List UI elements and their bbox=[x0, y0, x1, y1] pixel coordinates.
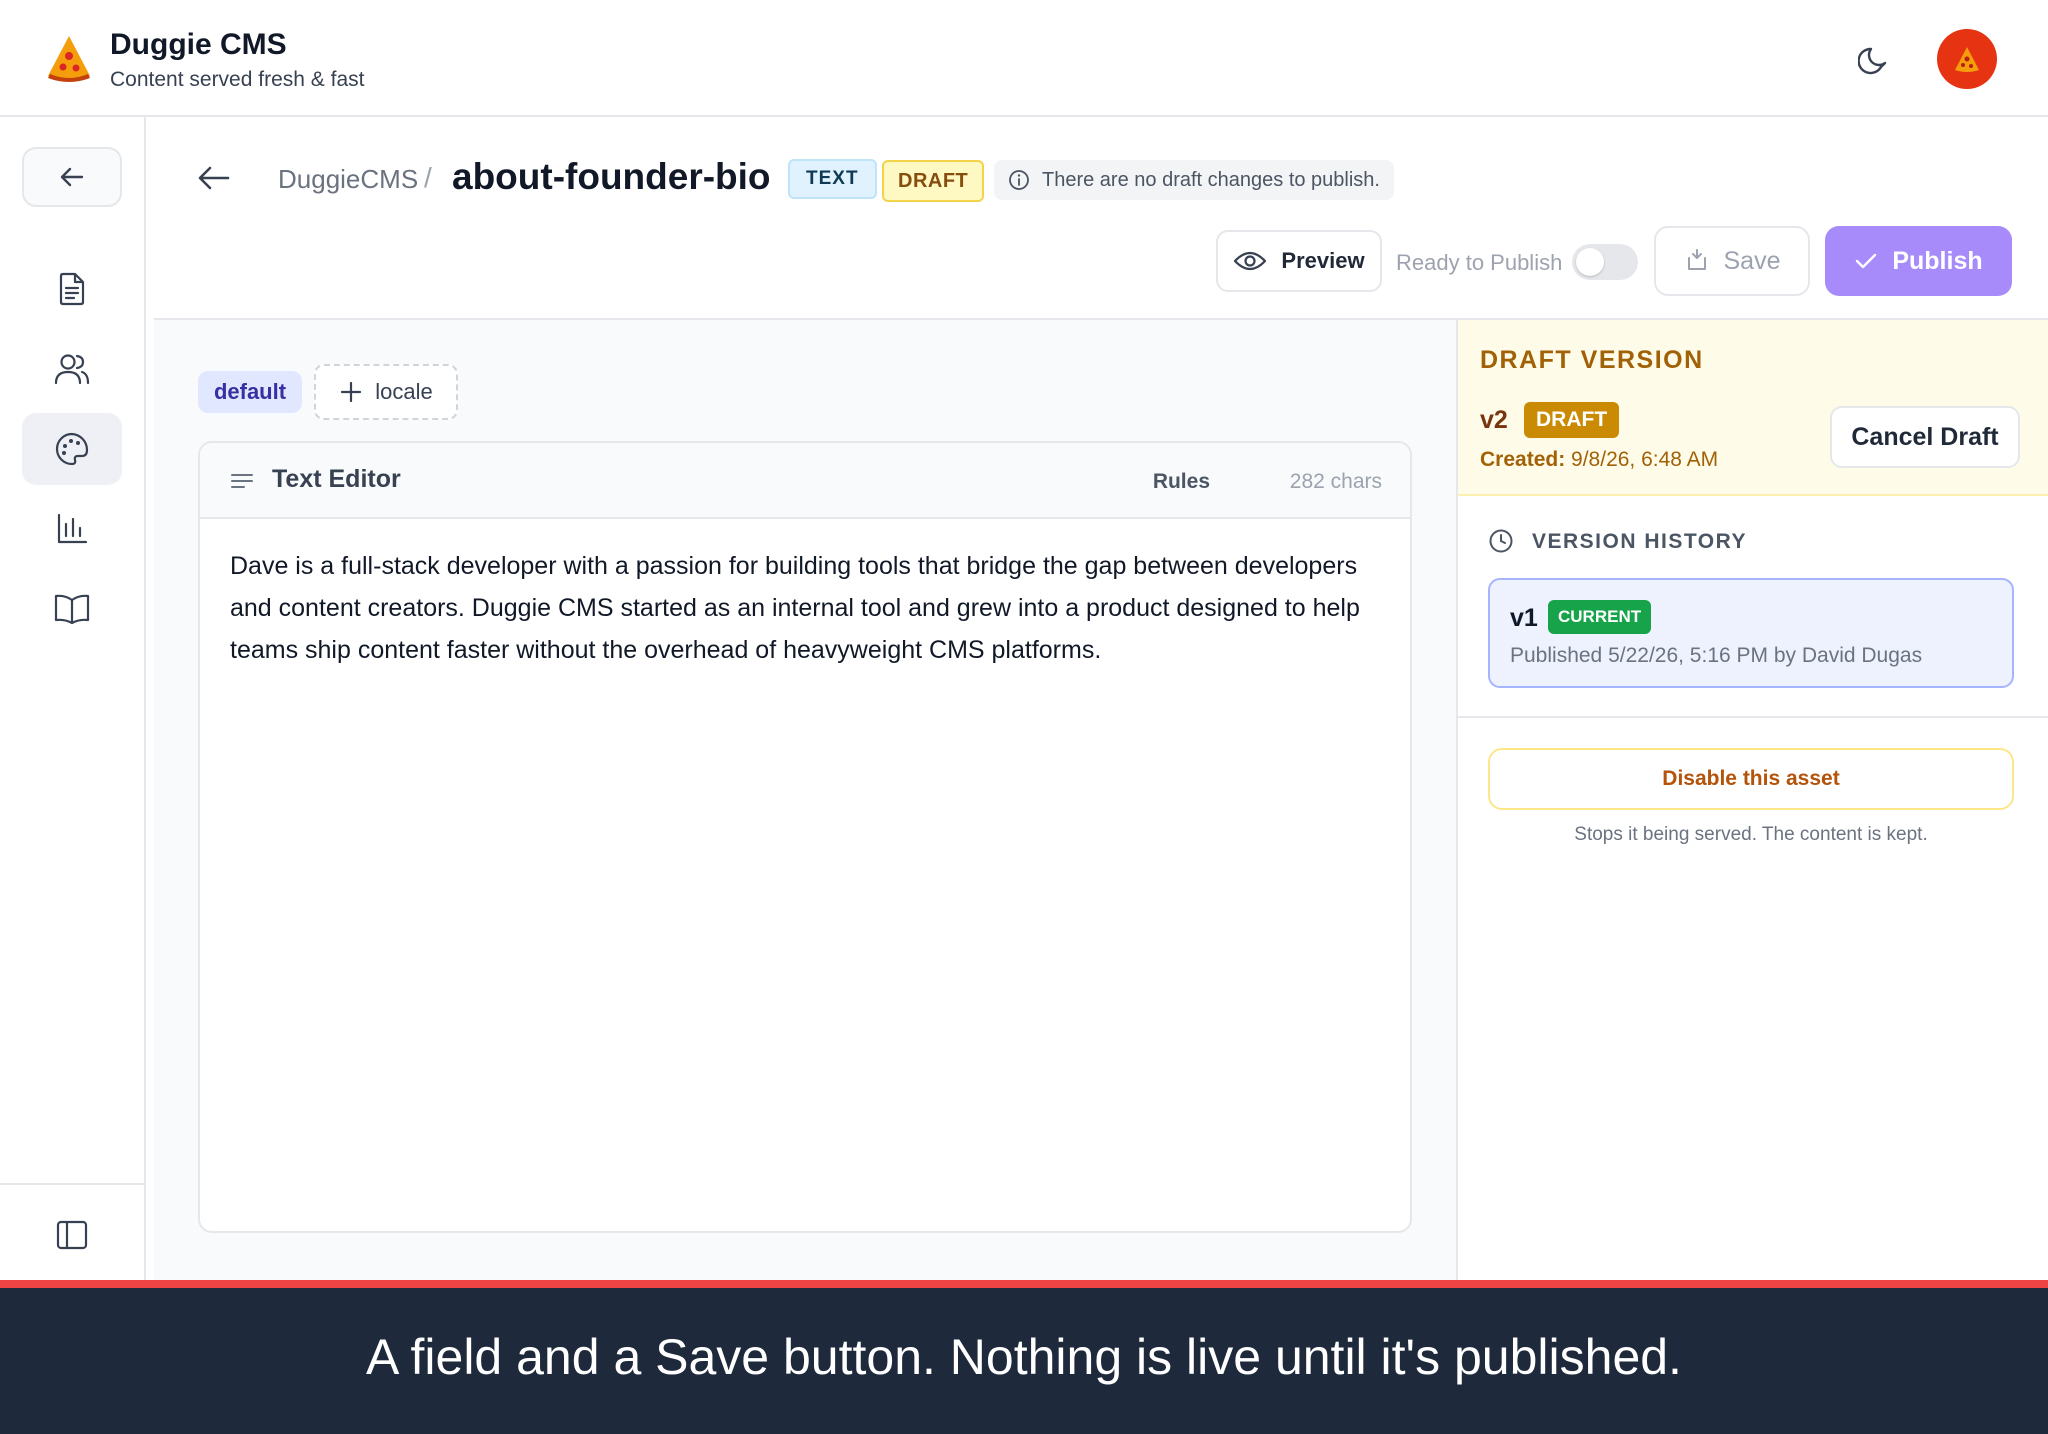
history-current-badge: CURRENT bbox=[1548, 600, 1652, 634]
add-locale-label: locale bbox=[375, 379, 433, 404]
moon-icon[interactable] bbox=[1858, 40, 1894, 76]
rules-link[interactable]: Rules bbox=[1153, 470, 1210, 494]
align-left-icon bbox=[231, 474, 253, 488]
add-locale-button[interactable]: locale bbox=[314, 364, 458, 420]
draft-version-title: DRAFT VERSION bbox=[1480, 346, 1704, 374]
draft-version-section: DRAFT VERSION v2 DRAFT Created: 9/8/26, … bbox=[1458, 320, 2048, 496]
text-editor: Text Editor Rules 282 chars Dave is a fu… bbox=[198, 441, 1412, 1233]
info-message: There are no draft changes to publish. bbox=[994, 160, 1394, 200]
document-icon bbox=[59, 272, 85, 306]
app-subtitle: Content served fresh & fast bbox=[110, 68, 365, 91]
avatar[interactable] bbox=[1937, 29, 1997, 89]
plus-icon bbox=[341, 381, 362, 403]
save-icon bbox=[1687, 249, 1706, 270]
history-version-number: v1 bbox=[1510, 604, 1538, 632]
version-history-item[interactable]: v1 CURRENT Published 5/22/26, 5:16 PM by… bbox=[1488, 578, 2014, 688]
draft-created: Created: 9/8/26, 6:48 AM bbox=[1480, 448, 1718, 472]
text-editor-content[interactable]: Dave is a full-stack developer with a pa… bbox=[230, 545, 1380, 671]
top-header: Duggie CMS Content served fresh & fast bbox=[0, 0, 2048, 117]
draft-created-value: 9/8/26, 6:48 AM bbox=[1571, 448, 1719, 471]
sidebar-item-docs[interactable] bbox=[22, 573, 122, 645]
arrow-left-icon bbox=[60, 167, 84, 187]
info-message-text: There are no draft changes to publish. bbox=[1042, 168, 1380, 191]
save-button[interactable]: Save bbox=[1654, 226, 1810, 296]
ready-to-publish-toggle[interactable] bbox=[1572, 244, 1638, 280]
app-title: Duggie CMS bbox=[110, 28, 287, 61]
sidebar-divider bbox=[0, 1183, 144, 1185]
back-arrow-icon[interactable] bbox=[196, 160, 232, 196]
palette-icon bbox=[55, 432, 89, 466]
version-history-title: VERSION HISTORY bbox=[1532, 530, 1748, 553]
panel-left-icon bbox=[56, 1220, 88, 1250]
disable-asset-button[interactable]: Disable this asset bbox=[1488, 748, 2014, 810]
caption-text: A field and a Save button. Nothing is li… bbox=[366, 1329, 1682, 1385]
draft-version-badge: DRAFT bbox=[1524, 402, 1620, 438]
caption-banner: A field and a Save button. Nothing is li… bbox=[0, 1280, 2048, 1434]
draft-version-number: v2 bbox=[1480, 406, 1508, 434]
type-badge: TEXT bbox=[788, 159, 877, 199]
info-icon bbox=[1009, 170, 1029, 190]
sidebar bbox=[0, 117, 146, 1283]
pizza-avatar-icon bbox=[1955, 47, 1979, 72]
users-icon bbox=[54, 354, 90, 385]
history-version-meta: Published 5/22/26, 5:16 PM by David Duga… bbox=[1510, 644, 1923, 667]
page-title: about-founder-bio bbox=[452, 156, 771, 197]
breadcrumb-separator: / bbox=[424, 162, 432, 193]
publish-button[interactable]: Publish bbox=[1825, 226, 2012, 296]
sidebar-item-themes[interactable] bbox=[22, 413, 122, 485]
panel-divider bbox=[1458, 716, 2048, 718]
preview-button-label: Preview bbox=[1281, 248, 1365, 273]
check-icon bbox=[1856, 253, 1877, 269]
save-button-label: Save bbox=[1723, 246, 1781, 275]
text-editor-header: Text Editor Rules 282 chars bbox=[200, 443, 1410, 519]
clock-icon bbox=[1489, 529, 1513, 553]
sidebar-collapse-button[interactable] bbox=[22, 1205, 122, 1265]
eye-icon bbox=[1234, 251, 1267, 271]
status-badge: DRAFT bbox=[882, 160, 985, 202]
sidebar-back-button[interactable] bbox=[22, 147, 122, 207]
ready-to-publish-label: Ready to Publish bbox=[1396, 250, 1563, 275]
sidebar-item-analytics[interactable] bbox=[22, 493, 122, 565]
char-count: 282 chars bbox=[1289, 470, 1382, 493]
text-editor-title: Text Editor bbox=[272, 465, 401, 493]
pizza-logo-icon[interactable] bbox=[44, 32, 94, 82]
publish-button-label: Publish bbox=[1892, 246, 1983, 275]
version-panel: DRAFT VERSION v2 DRAFT Created: 9/8/26, … bbox=[1456, 320, 2048, 1283]
breadcrumb-root[interactable]: DuggieCMS bbox=[278, 164, 418, 195]
book-icon bbox=[54, 594, 90, 625]
bar-chart-icon bbox=[57, 513, 88, 544]
draft-created-label: Created: bbox=[1480, 448, 1566, 471]
sidebar-item-users[interactable] bbox=[22, 333, 122, 405]
cancel-draft-button[interactable]: Cancel Draft bbox=[1830, 406, 2020, 468]
disable-asset-note: Stops it being served. The content is ke… bbox=[1574, 824, 1928, 845]
toggle-knob bbox=[1576, 248, 1604, 276]
locale-tab-default[interactable]: default bbox=[198, 371, 302, 413]
sidebar-item-documents[interactable] bbox=[22, 253, 122, 325]
preview-button[interactable]: Preview bbox=[1216, 230, 1382, 292]
